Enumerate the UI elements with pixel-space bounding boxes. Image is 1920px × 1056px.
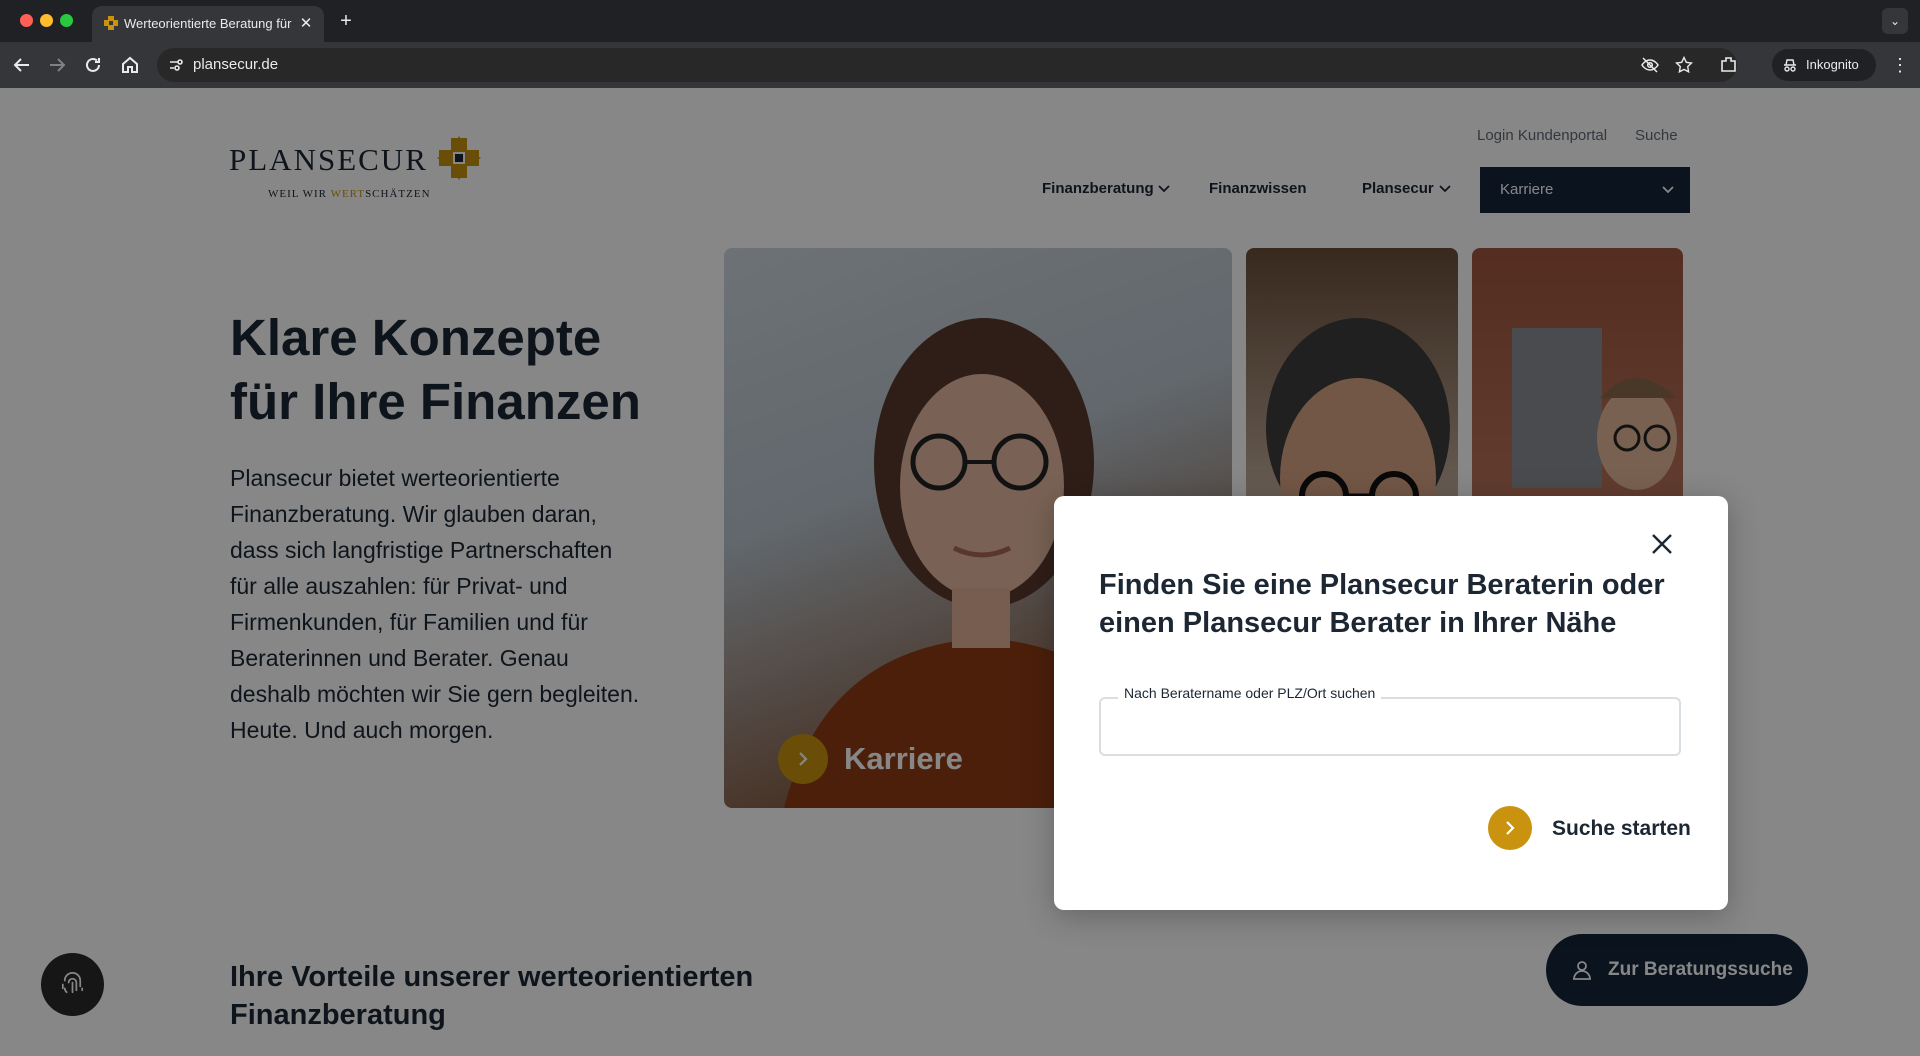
url-text: plansecur.de: [193, 56, 279, 73]
search-field-label: Nach Beratername oder PLZ/Ort suchen: [1118, 684, 1382, 702]
search-submit-button[interactable]: Suche starten: [1488, 806, 1691, 852]
new-tab-button[interactable]: +: [334, 9, 358, 33]
chevron-right-icon: [1506, 821, 1515, 835]
close-icon[interactable]: [1648, 530, 1676, 558]
tab-search-button[interactable]: ⌄: [1882, 8, 1908, 34]
home-icon[interactable]: [118, 53, 142, 77]
window-close-button[interactable]: [20, 14, 33, 27]
forward-icon[interactable]: [45, 53, 69, 77]
modal-title: Finden Sie eine Plansecur Beraterin oder…: [1099, 569, 1665, 639]
bookmark-star-icon[interactable]: [1675, 56, 1693, 74]
tab-close-icon[interactable]: ✕: [296, 14, 316, 34]
advisor-search-input[interactable]: [1099, 697, 1681, 756]
extensions-icon[interactable]: [1718, 54, 1740, 76]
tab-title: Werteorientierte Beratung für: [124, 16, 292, 31]
plansecur-favicon-icon: [104, 16, 118, 30]
incognito-icon: [1784, 59, 1796, 72]
search-submit-circle: [1488, 806, 1532, 850]
web-page: PLANSECUR WEIL WIR WERTSCHÄTZEN Login Ku…: [0, 88, 1920, 1056]
browser-toolbar: plansecur.de Inkognito ⋮: [0, 42, 1920, 88]
incognito-label: Inkognito: [1806, 57, 1859, 72]
back-icon[interactable]: [10, 53, 34, 77]
tracking-protection-icon[interactable]: [1641, 56, 1659, 74]
window-zoom-button[interactable]: [60, 14, 73, 27]
incognito-indicator[interactable]: Inkognito: [1772, 49, 1876, 81]
address-bar[interactable]: plansecur.de: [157, 48, 1737, 82]
reload-icon[interactable]: [81, 53, 105, 77]
browser-tab-bar: Werteorientierte Beratung für ✕ + ⌄: [0, 0, 1920, 42]
search-submit-label: Suche starten: [1552, 817, 1691, 840]
advisor-search-modal: Finden Sie eine Plansecur Beraterin oder…: [1054, 496, 1728, 910]
browser-menu-icon[interactable]: ⋮: [1890, 54, 1910, 76]
site-settings-icon[interactable]: [167, 56, 185, 74]
window-minimize-button[interactable]: [40, 14, 53, 27]
browser-tab-active[interactable]: Werteorientierte Beratung für ✕: [92, 6, 324, 42]
